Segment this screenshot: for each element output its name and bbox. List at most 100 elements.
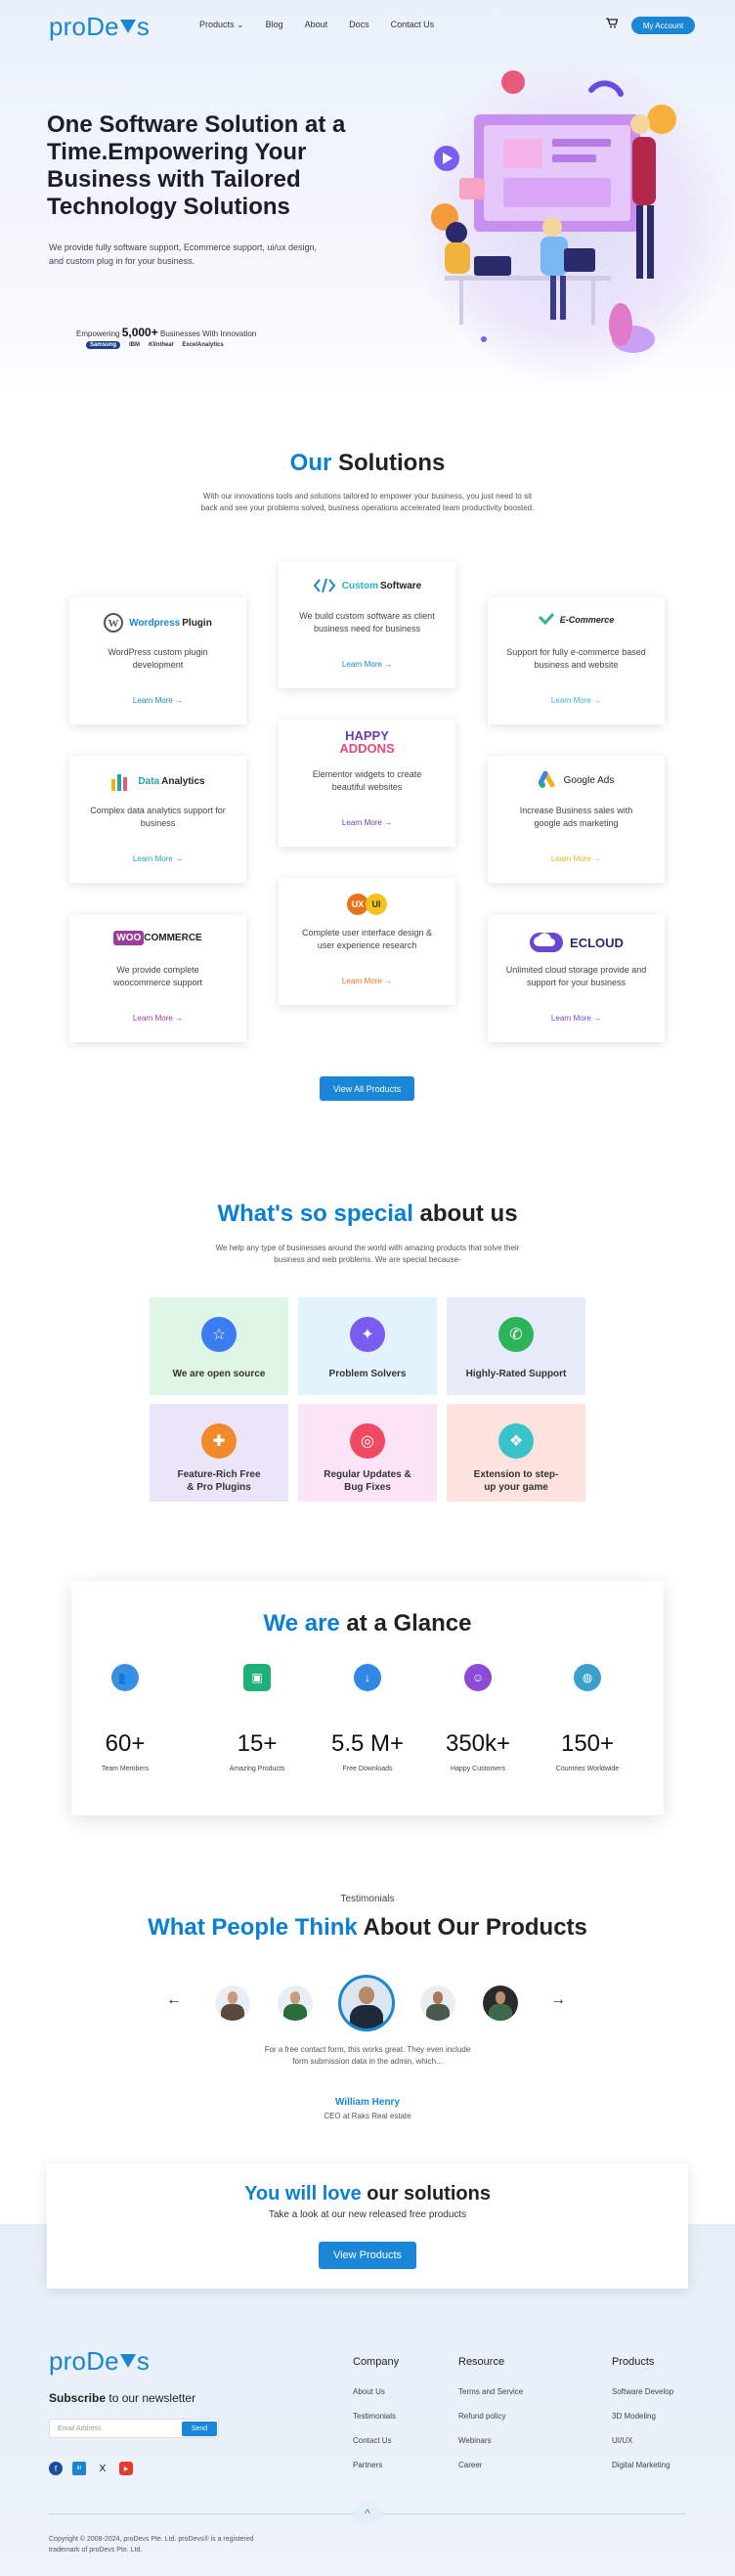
nav-about[interactable]: About [305,20,328,30]
footer-link[interactable]: Career [458,2461,523,2469]
facebook-icon[interactable]: f [49,2462,63,2475]
solution-card[interactable]: ECLOUD Unlimited cloud storage provide a… [488,915,665,1042]
linkedin-icon[interactable]: in [72,2462,86,2475]
learn-more-link[interactable]: Learn More → [279,660,455,669]
client-logo: Klintheal [149,342,174,348]
view-all-products-button[interactable]: View All Products [320,1076,414,1101]
card-desc: We provide complete woocommerce support [112,965,203,987]
avatar[interactable] [278,1986,313,2021]
support-icon: ✆ [498,1317,534,1352]
footer-link[interactable]: Digital Marketing [612,2461,673,2469]
empower-line: Empowering 5,000+ Businesses With Innova… [76,326,256,339]
testimonial-role: CEO at Raks Real estate [324,2112,411,2120]
card-desc: We build custom software as client busin… [299,611,435,633]
solution-card[interactable]: E-Commerce Support for fully e-commerce … [488,597,665,724]
my-account-button[interactable]: My Account [631,17,695,34]
footer-link[interactable]: Terms and Service [458,2387,523,2396]
solution-card[interactable]: Custom Software We build custom software… [279,561,455,688]
next-arrow-icon[interactable]: → [550,1991,566,2009]
x-icon[interactable]: X [96,2462,109,2475]
solution-card[interactable]: UX UI Complete user interface design & us… [279,878,455,1005]
google-ads-icon [538,771,555,788]
cta-title: You will love our solutions [244,2183,491,2205]
footer-column-resource: Resource Terms and Service Refund policy… [458,2356,523,2485]
cloud-icon [530,933,564,952]
learn-more-link[interactable]: Learn More → [279,977,455,985]
social-links: f in X ▶ [49,2462,133,2475]
stat-value: 350k+ [445,1730,511,1757]
svg-text:W: W [108,618,119,630]
footer-column-products: Products Software Develop 3D Modeling UI… [612,2356,673,2485]
view-products-button[interactable]: View Products [319,2242,416,2269]
solution-card[interactable]: WOO COMMERCE We provide complete woocomme… [69,915,246,1042]
avatar-active[interactable] [338,1975,395,2031]
prev-arrow-icon[interactable]: ← [166,1991,182,2009]
empower-prefix: Empowering [76,329,120,338]
feature-label: Extension to step-up your game [473,1469,559,1493]
stat-label: Happy Customers [450,1766,506,1772]
nav-contact[interactable]: Contact Us [391,20,435,30]
learn-more-link[interactable]: Learn More → [69,854,246,863]
testimonials-eyebrow: Testimonials [340,1894,395,1904]
footer-link[interactable]: Refund policy [458,2412,523,2421]
feature-tile: ✚ Feature-Rich Free & Pro Plugins [150,1404,288,1502]
hero-subtitle: We provide fully software support, Ecomm… [49,242,317,266]
empower-suffix: Businesses With Innovation [159,329,257,338]
footer-link[interactable]: Software Develop [612,2387,673,2396]
stat-value: 15+ [237,1730,278,1757]
footer-link[interactable]: About Us [353,2387,399,2396]
nav-docs[interactable]: Docs [349,20,369,30]
testimonial-name: William Henry [334,2097,401,2108]
footer-link[interactable]: UI/UX [612,2436,673,2445]
send-button[interactable]: Send [182,2422,217,2436]
learn-more-link[interactable]: Learn More → [69,1014,246,1023]
solution-card[interactable]: Data Analytics Complex data analytics su… [69,756,246,883]
feature-label: Problem Solvers [328,1369,407,1379]
card-title: Custom Software [279,577,455,594]
learn-more-link[interactable]: Learn More → [69,696,246,705]
scroll-top-icon[interactable]: ^ [353,2502,382,2525]
cart-icon[interactable] [606,18,619,31]
lightbulb-icon: ✦ [350,1317,385,1352]
column-title: Products [612,2356,655,2368]
footer-link[interactable]: Testimonials [353,2412,399,2421]
card-desc: WordPress custom plugin development [108,647,208,670]
learn-more-link[interactable]: Learn More → [488,696,665,705]
target-icon: ◎ [350,1423,385,1459]
cta-panel: You will love our solutions Take a look … [47,2163,688,2289]
nav-blog[interactable]: Blog [266,20,283,30]
analytics-icon [111,774,128,791]
hero-title: One Software Solution at a Time.Empoweri… [47,111,346,220]
footer-logo[interactable]: proDe s [49,2346,150,2377]
footer-link[interactable]: 3D Modeling [612,2412,673,2421]
footer-link[interactable]: Contact Us [353,2436,399,2445]
youtube-icon[interactable]: ▶ [119,2462,133,2475]
solution-card[interactable]: HAPPY ADDONS Elementor widgets to create… [279,720,455,847]
feature-label: Regular Updates & Bug Fixes [324,1469,411,1493]
feature-tile: ◎ Regular Updates & Bug Fixes [298,1404,437,1502]
products-icon: ▣ [243,1664,271,1691]
feature-tile: ❖ Extension to step-up your game [447,1404,585,1502]
ecommerce-icon [538,613,554,626]
avatar[interactable] [483,1986,518,2021]
learn-more-link[interactable]: Learn More → [488,1014,665,1023]
logo[interactable]: proDe s [49,12,150,42]
column-title: Resource [458,2356,505,2368]
card-title: W Wordpress Plugin [69,613,246,633]
globe-icon: ◍ [574,1664,601,1691]
feature-label: Feature-Rich Free & Pro Plugins [177,1469,261,1493]
nav-products[interactable]: Products ⌄ [199,20,244,30]
open-source-icon: ☆ [201,1317,237,1352]
avatar[interactable] [215,1986,250,2021]
stat-downloads: ↓ 5.5 M+ Free Downloads [319,1664,416,1772]
learn-more-link[interactable]: Learn More → [279,818,455,827]
copyright: Copyright © 2008-2024, proDevs Pte. Ltd.… [49,2536,254,2554]
solution-card[interactable]: W Wordpress Plugin WordPress custom plugi… [69,597,246,724]
learn-more-link[interactable]: Learn More → [488,854,665,863]
stat-label: Free Downloads [342,1766,393,1772]
solution-card[interactable]: Google Ads Increase Business sales with … [488,756,665,883]
footer-link[interactable]: Webinars [458,2436,523,2445]
avatar[interactable] [420,1986,455,2021]
client-logos: Samsung IBM Klintheal ExcelAnalytics [86,341,224,349]
footer-link[interactable]: Partners [353,2461,399,2469]
